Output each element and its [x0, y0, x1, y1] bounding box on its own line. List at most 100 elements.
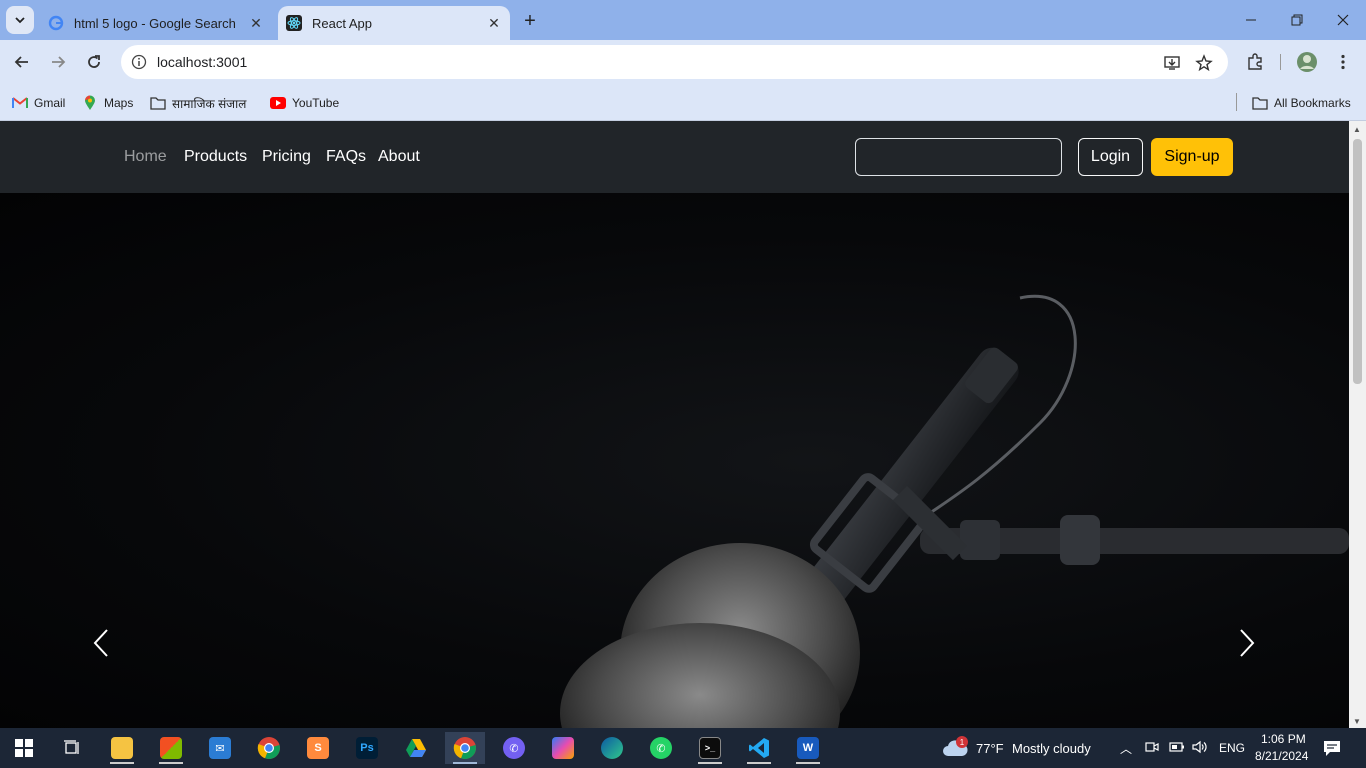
bookmarks-bar: Gmail Maps सामाजिक संजाल YouTube All Boo… — [0, 85, 1366, 121]
microphone-image — [560, 294, 1349, 728]
weather-badge: 1 — [956, 736, 968, 748]
scrollbar-thumb[interactable] — [1353, 139, 1362, 384]
sublime-icon: S — [307, 737, 329, 759]
bookmark-maps[interactable]: Maps — [82, 93, 133, 113]
scroll-down-icon[interactable]: ▼ — [1353, 717, 1361, 726]
site-info-icon[interactable] — [129, 52, 149, 72]
task-view-button[interactable] — [52, 732, 92, 764]
photoshop-icon: Ps — [356, 737, 378, 759]
browser-toolbar: localhost:3001 — [0, 40, 1366, 85]
sublime-button[interactable]: S — [298, 732, 338, 764]
carousel-prev-button[interactable] — [86, 623, 116, 663]
extensions-button[interactable] — [1241, 48, 1269, 76]
notifications-icon[interactable] — [1322, 738, 1342, 763]
chrome-button[interactable] — [249, 732, 289, 764]
battery-icon[interactable] — [1169, 740, 1185, 759]
clock-date[interactable]: 8/21/2024 — [1255, 749, 1308, 763]
reload-button[interactable] — [80, 48, 108, 76]
arrow-right-icon — [52, 56, 66, 68]
nav-link-products[interactable]: Products — [184, 148, 247, 166]
tab-google-search[interactable]: html 5 logo - Google Search ✕ — [40, 6, 272, 40]
bookmark-star-icon[interactable] — [1193, 52, 1215, 74]
puzzle-icon — [1248, 53, 1262, 70]
signup-button[interactable]: Sign-up — [1151, 138, 1233, 176]
chrome-icon — [257, 737, 280, 760]
close-tab-icon[interactable]: ✕ — [246, 13, 266, 33]
whatsapp-icon: ✆ — [650, 737, 672, 759]
install-app-icon[interactable] — [1161, 52, 1183, 74]
youtube-icon — [270, 95, 286, 111]
chrome-active-button[interactable] — [445, 732, 485, 764]
weather-temp: 77°F — [976, 741, 1004, 756]
browser-menu-button[interactable] — [1329, 48, 1357, 76]
nav-link-faqs[interactable]: FAQs — [326, 148, 366, 166]
bookmark-youtube[interactable]: YouTube — [270, 93, 339, 113]
toolbar-divider — [1280, 54, 1281, 70]
start-button[interactable] — [4, 732, 44, 764]
google-icon — [48, 15, 64, 31]
terminal-button[interactable]: >_ — [690, 732, 730, 764]
edge-icon — [601, 737, 623, 759]
language-indicator[interactable]: ENG — [1219, 741, 1245, 755]
login-button[interactable]: Login — [1078, 138, 1143, 176]
bookmark-gmail[interactable]: Gmail — [12, 93, 65, 113]
mail-button[interactable]: ✉ — [200, 732, 240, 764]
weather-description: Mostly cloudy — [1012, 741, 1091, 756]
scroll-up-icon[interactable]: ▲ — [1353, 125, 1361, 134]
address-bar[interactable]: localhost:3001 — [121, 45, 1228, 79]
viber-icon: ✆ — [503, 737, 525, 759]
forward-button[interactable] — [44, 48, 72, 76]
bookmark-label: सामाजिक संजाल — [172, 96, 247, 111]
nav-link-about[interactable]: About — [378, 148, 420, 166]
file-explorer-button[interactable] — [102, 732, 142, 764]
task-view-icon — [64, 740, 79, 754]
word-button[interactable]: W — [788, 732, 828, 764]
vscode-button[interactable] — [739, 732, 779, 764]
nav-link-pricing[interactable]: Pricing — [262, 148, 311, 166]
google-drive-button[interactable] — [396, 732, 436, 764]
tab-react-app[interactable]: React App ✕ — [278, 6, 510, 40]
close-window-button[interactable] — [1320, 0, 1366, 40]
gmail-icon — [12, 95, 28, 111]
google-drive-icon — [406, 739, 426, 757]
whatsapp-button[interactable]: ✆ — [641, 732, 681, 764]
chevron-right-icon — [1240, 629, 1255, 657]
terminal-icon: >_ — [699, 737, 721, 759]
volume-icon[interactable] — [1192, 740, 1208, 759]
bookmark-divider — [1236, 93, 1237, 111]
new-tab-button[interactable]: + — [518, 9, 542, 33]
restore-button[interactable] — [1274, 0, 1320, 40]
clock-time[interactable]: 1:06 PM — [1261, 732, 1306, 746]
url-text[interactable]: localhost:3001 — [157, 54, 247, 70]
word-icon: W — [797, 737, 819, 759]
photoshop-button[interactable]: Ps — [347, 732, 387, 764]
close-icon — [1337, 14, 1349, 26]
restore-icon — [1291, 14, 1303, 26]
nav-link-home[interactable]: Home — [124, 148, 167, 166]
viber-button[interactable]: ✆ — [494, 732, 534, 764]
web-page: Home Products Pricing FAQs About Login S… — [0, 121, 1349, 728]
arrow-left-icon — [14, 56, 28, 68]
edge-button[interactable] — [592, 732, 632, 764]
profile-avatar[interactable] — [1293, 48, 1321, 76]
page-scrollbar[interactable]: ▲ ▼ — [1349, 121, 1366, 728]
chevron-up-icon[interactable]: ︿ — [1120, 740, 1132, 757]
hero-carousel — [0, 193, 1349, 728]
all-bookmarks-button[interactable]: All Bookmarks — [1252, 93, 1351, 113]
close-tab-icon[interactable]: ✕ — [484, 13, 504, 33]
folder-icon — [150, 95, 166, 111]
tab-search-button[interactable] — [6, 6, 34, 34]
site-navbar: Home Products Pricing FAQs About Login S… — [0, 121, 1349, 193]
back-button[interactable] — [8, 48, 36, 76]
weather-widget[interactable]: 1 — [942, 736, 968, 760]
minimize-icon — [1246, 19, 1256, 21]
carousel-next-button[interactable] — [1232, 623, 1262, 663]
search-input[interactable] — [855, 138, 1062, 176]
browser-tab-bar: html 5 logo - Google Search ✕ React App … — [0, 0, 1366, 40]
copilot-button[interactable] — [543, 732, 583, 764]
camera-status-icon[interactable] — [1145, 740, 1159, 759]
microsoft-store-button[interactable] — [151, 732, 191, 764]
bookmark-folder[interactable]: सामाजिक संजाल — [150, 93, 246, 113]
minimize-button[interactable] — [1228, 0, 1274, 40]
windows-icon — [15, 739, 33, 757]
